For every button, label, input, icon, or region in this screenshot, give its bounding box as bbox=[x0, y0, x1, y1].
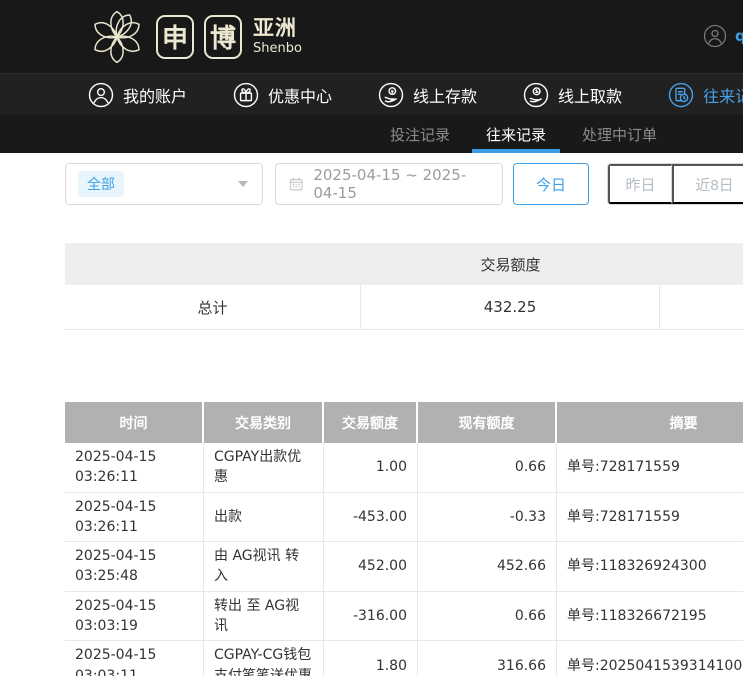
tab-pending-orders[interactable]: 处理中订单 bbox=[568, 115, 671, 153]
cell-balance: 452.66 bbox=[418, 542, 557, 591]
logo-region-text: 亚洲 bbox=[253, 18, 302, 39]
tab-transaction-records[interactable]: 往来记录 bbox=[472, 115, 560, 153]
yesterday-button[interactable]: 昨日 bbox=[608, 164, 672, 204]
nav-item-transaction-records[interactable]: 往来记录 bbox=[668, 82, 743, 108]
col-header-balance: 现有额度 bbox=[418, 402, 557, 443]
cell-summary: 单号:728171559 bbox=[557, 443, 743, 492]
summary-header-empty bbox=[660, 243, 743, 285]
table-row: 2025-04-15 03:26:11 出款 -453.00 -0.33 单号:… bbox=[65, 493, 743, 543]
deposit-icon bbox=[378, 82, 404, 108]
cell-balance: -0.33 bbox=[418, 493, 557, 542]
cell-type: 转出 至 AG视讯 bbox=[204, 592, 324, 641]
filter-row: 全部 2025-04-15 ~ 2025-04-15 今日 昨日 近8日 bbox=[65, 163, 743, 205]
username-text[interactable]: q bbox=[735, 27, 743, 45]
cell-time: 2025-04-15 03:03:19 bbox=[65, 592, 204, 641]
cell-amount: 452.00 bbox=[324, 542, 418, 591]
summary-table: 交易额度 总计 432.25 bbox=[65, 243, 743, 330]
cell-amount: -316.00 bbox=[324, 592, 418, 641]
nav-item-online-withdraw[interactable]: 线上取款 bbox=[523, 82, 622, 108]
cell-summary: 单号:202504153931410001 bbox=[557, 641, 743, 676]
col-header-time: 时间 bbox=[65, 402, 204, 443]
summary-total-value: 432.25 bbox=[361, 285, 660, 329]
category-select[interactable]: 全部 bbox=[65, 163, 263, 205]
summary-total-label: 总计 bbox=[65, 285, 361, 329]
nav-item-promotions[interactable]: 优惠中心 bbox=[233, 82, 332, 108]
nav-item-my-account[interactable]: 我的账户 bbox=[88, 82, 187, 108]
table-row: 2025-04-15 03:03:19 转出 至 AG视讯 -316.00 0.… bbox=[65, 592, 743, 642]
summary-empty-cell bbox=[660, 285, 743, 329]
nav-label: 线上取款 bbox=[558, 83, 622, 107]
nav-item-online-deposit[interactable]: 线上存款 bbox=[378, 82, 477, 108]
nav-label: 我的账户 bbox=[123, 83, 187, 107]
cell-type: CGPAY出款优惠 bbox=[204, 443, 324, 492]
top-header: 申 博 亚洲 Shenbo q bbox=[0, 0, 743, 73]
table-row: 2025-04-15 03:25:48 由 AG视讯 转入 452.00 452… bbox=[65, 542, 743, 592]
cell-balance: 316.66 bbox=[418, 641, 557, 676]
flower-logo-icon bbox=[88, 8, 146, 66]
cell-amount: -453.00 bbox=[324, 493, 418, 542]
table-row: 2025-04-15 03:03:11 CGPAY-CG钱包支付笔笔送优惠 1.… bbox=[65, 641, 743, 676]
cell-summary: 单号:118326672195 bbox=[557, 592, 743, 641]
cell-time: 2025-04-15 03:26:11 bbox=[65, 493, 204, 542]
promo-icon bbox=[233, 82, 259, 108]
summary-header-row: 交易额度 bbox=[65, 243, 743, 285]
date-range-text: 2025-04-15 ~ 2025-04-15 bbox=[313, 166, 489, 202]
user-area[interactable]: q bbox=[703, 24, 743, 48]
cell-time: 2025-04-15 03:03:11 bbox=[65, 641, 204, 676]
cell-balance: 0.66 bbox=[418, 592, 557, 641]
cell-amount: 1.80 bbox=[324, 641, 418, 676]
cell-type: CGPAY-CG钱包支付笔笔送优惠 bbox=[204, 641, 324, 676]
col-header-amount: 交易额度 bbox=[324, 402, 418, 443]
cell-summary: 单号:728171559 bbox=[557, 493, 743, 542]
sub-nav: 投注记录 往来记录 处理中订单 bbox=[0, 115, 743, 153]
logo-char-box-1: 申 bbox=[156, 15, 194, 59]
cell-type: 由 AG视讯 转入 bbox=[204, 542, 324, 591]
cell-amount: 1.00 bbox=[324, 443, 418, 492]
main-nav: 我的账户 优惠中心 线上存款 bbox=[0, 73, 743, 115]
account-icon bbox=[88, 82, 114, 108]
col-header-type: 交易类别 bbox=[204, 402, 324, 443]
col-header-summary: 摘要 bbox=[557, 402, 743, 443]
selected-category-tag[interactable]: 全部 bbox=[78, 171, 124, 197]
cell-type: 出款 bbox=[204, 493, 324, 542]
cell-balance: 0.66 bbox=[418, 443, 557, 492]
withdraw-icon bbox=[523, 82, 549, 108]
cell-summary: 单号:118326924300 bbox=[557, 542, 743, 591]
cell-time: 2025-04-15 03:25:48 bbox=[65, 542, 204, 591]
avatar-icon bbox=[703, 24, 727, 48]
nav-label: 优惠中心 bbox=[268, 83, 332, 107]
chevron-down-icon bbox=[238, 181, 248, 187]
summary-header-empty bbox=[65, 243, 361, 285]
quick-range-group: 昨日 近8日 bbox=[607, 163, 743, 205]
logo-char-box-2: 博 bbox=[204, 15, 242, 59]
calendar-icon bbox=[289, 176, 303, 192]
table-row: 2025-04-15 03:26:11 CGPAY出款优惠 1.00 0.66 … bbox=[65, 443, 743, 493]
cell-time: 2025-04-15 03:26:11 bbox=[65, 443, 204, 492]
page: 申 博 亚洲 Shenbo q 我的账户 bbox=[0, 0, 743, 676]
brand-logo[interactable]: 申 博 亚洲 Shenbo bbox=[88, 8, 302, 66]
date-range-picker[interactable]: 2025-04-15 ~ 2025-04-15 bbox=[275, 163, 503, 205]
nav-label: 线上存款 bbox=[413, 83, 477, 107]
nav-label: 往来记录 bbox=[703, 83, 743, 107]
last-8-days-button[interactable]: 近8日 bbox=[672, 164, 743, 204]
tab-betting-records[interactable]: 投注记录 bbox=[376, 115, 464, 153]
table-header-row: 时间 交易类别 交易额度 现有额度 摘要 bbox=[65, 402, 743, 443]
records-table: 时间 交易类别 交易额度 现有额度 摘要 2025-04-15 03:26:11… bbox=[65, 402, 743, 676]
records-icon bbox=[668, 82, 694, 108]
summary-total-row: 总计 432.25 bbox=[65, 285, 743, 330]
summary-header-amount: 交易额度 bbox=[361, 243, 660, 285]
today-button[interactable]: 今日 bbox=[513, 163, 589, 205]
logo-en-text: Shenbo bbox=[253, 42, 302, 55]
